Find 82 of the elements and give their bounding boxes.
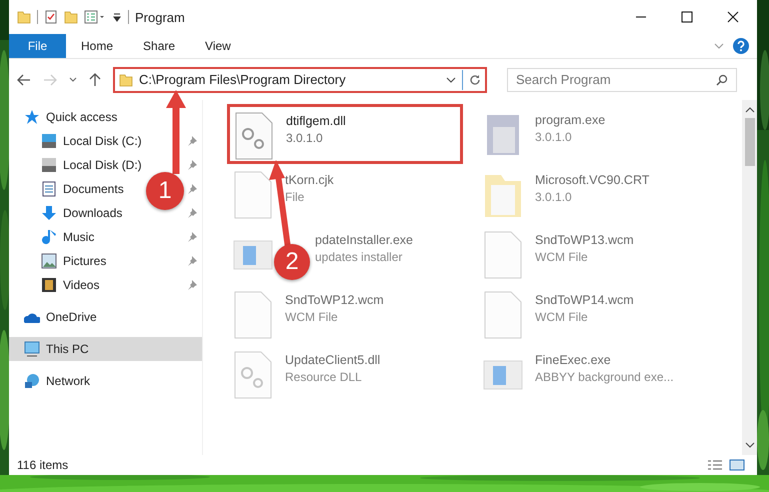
- sidebar-item[interactable]: Music: [9, 225, 100, 249]
- sidebar-icon: [24, 341, 40, 357]
- ribbon-tab[interactable]: File: [9, 34, 66, 58]
- sidebar-icon: [41, 229, 57, 245]
- sidebar-icon: [41, 133, 57, 149]
- details-view-icon[interactable]: [707, 459, 723, 471]
- forward-icon[interactable]: [43, 74, 57, 86]
- sidebar-icon: [41, 205, 57, 221]
- sidebar-item[interactable]: This PC: [9, 337, 202, 361]
- sidebar-icon: [41, 253, 57, 269]
- pin-icon[interactable]: [187, 256, 197, 266]
- sidebar-icon: [24, 109, 40, 125]
- file-detail: WCM File: [285, 310, 339, 324]
- file-name[interactable]: dtiflgem.dll: [286, 114, 346, 128]
- file-name[interactable]: UpdateClient5.dll: [285, 353, 380, 367]
- ribbon-tab[interactable]: Home: [66, 34, 128, 58]
- file-name[interactable]: pdateInstaller.exe: [315, 233, 413, 247]
- pin-icon[interactable]: [187, 160, 197, 170]
- window-title: Program: [135, 10, 185, 24]
- file-detail: ABBYY background exe...: [535, 370, 674, 384]
- sidebar-item[interactable]: Local Disk (D:): [9, 153, 148, 177]
- pin-icon[interactable]: [187, 184, 197, 194]
- sidebar-icon: [41, 157, 57, 173]
- chevron-icon[interactable]: [69, 76, 77, 82]
- maximize-icon[interactable]: [681, 11, 693, 23]
- refresh-icon[interactable]: [469, 74, 481, 86]
- file-name[interactable]: SndToWP14.wcm: [535, 293, 634, 307]
- sidebar-icon: [41, 181, 57, 197]
- file-name[interactable]: FineExec.exe: [535, 353, 674, 367]
- up-icon[interactable]: [89, 72, 101, 86]
- file-detail: File: [285, 190, 306, 204]
- properties-icon[interactable]: [84, 10, 106, 24]
- file-name[interactable]: tKorn.cjk: [285, 173, 334, 187]
- file-icon[interactable]: [233, 171, 273, 219]
- ribbon-tab[interactable]: View: [190, 34, 246, 58]
- pin-icon[interactable]: [187, 208, 197, 218]
- sidebar-item[interactable]: Local Disk (C:): [9, 129, 148, 153]
- sidebar-item[interactable]: OneDrive: [9, 305, 103, 329]
- file-detail: 3.0.1.0: [535, 190, 573, 204]
- close-icon[interactable]: [727, 11, 739, 23]
- file-name[interactable]: program.exe: [535, 113, 606, 127]
- scrollbar-thumb[interactable]: [744, 118, 754, 166]
- file-icon[interactable]: [483, 291, 523, 339]
- search-icon[interactable]: [716, 74, 728, 86]
- sidebar-icon: [41, 277, 57, 293]
- file-detail: WCM File: [535, 310, 589, 324]
- item-count: 116 items: [17, 458, 68, 472]
- address-bar[interactable]: C:\Program Files\Program Directory: [113, 66, 487, 92]
- sidebar-item[interactable]: Pictures: [9, 249, 112, 273]
- scroll-down-icon[interactable]: [744, 441, 754, 449]
- back-icon[interactable]: [17, 74, 31, 86]
- sidebar-item[interactable]: Downloads: [9, 201, 128, 225]
- sidebar-item[interactable]: Documents: [9, 177, 130, 201]
- file-name[interactable]: Microsoft.VC90.CRT: [535, 173, 650, 187]
- sidebar-item[interactable]: Videos: [9, 273, 106, 297]
- thumbnail-view-icon[interactable]: [729, 459, 745, 471]
- folder-icon[interactable]: [64, 10, 78, 24]
- ribbon-tab[interactable]: Share: [128, 34, 190, 58]
- file-detail: 3.0.1.0: [535, 130, 573, 144]
- file-icon[interactable]: [483, 231, 523, 279]
- sidebar-item[interactable]: Network: [9, 369, 96, 393]
- scroll-up-icon[interactable]: [744, 106, 754, 114]
- file-icon[interactable]: [233, 351, 273, 399]
- file-icon[interactable]: [234, 112, 274, 160]
- pin-icon[interactable]: [187, 280, 197, 290]
- file-name[interactable]: SndToWP13.wcm: [535, 233, 634, 247]
- checklist-icon[interactable]: [44, 10, 58, 24]
- sidebar-icon: [24, 373, 40, 389]
- sidebar-item[interactable]: Quick access: [9, 105, 124, 129]
- file-icon[interactable]: [233, 291, 273, 339]
- search-field[interactable]: Search Program: [507, 68, 737, 92]
- folder-icon: [119, 72, 133, 86]
- chevron-icon[interactable]: [446, 76, 456, 84]
- pin-icon[interactable]: [187, 232, 197, 242]
- file-detail: updates installer: [315, 250, 404, 264]
- pin-icon[interactable]: [187, 136, 197, 146]
- file-detail: 3.0.1.0: [286, 131, 324, 145]
- folder-icon[interactable]: [17, 10, 31, 24]
- file-name[interactable]: SndToWP12.wcm: [285, 293, 384, 307]
- file-detail: WCM File: [535, 250, 589, 264]
- file-detail: Resource DLL: [285, 370, 363, 384]
- help-icon[interactable]: [733, 38, 749, 54]
